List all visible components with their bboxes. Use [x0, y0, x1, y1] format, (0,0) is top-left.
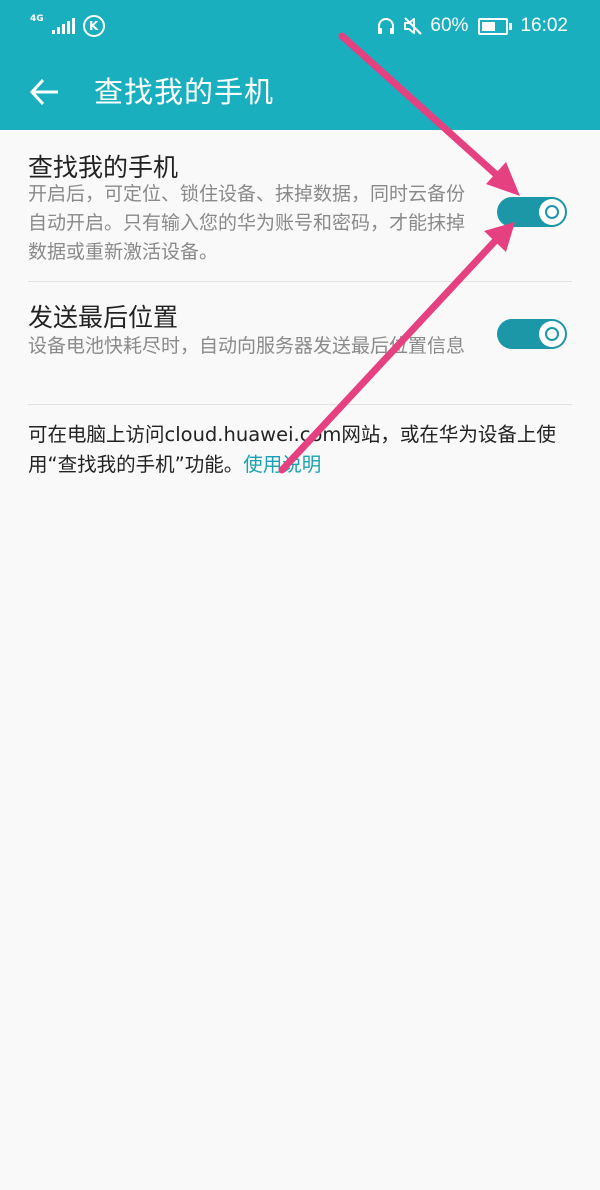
send-last-location-toggle[interactable]: [497, 319, 567, 349]
setting-send-last-location[interactable]: 发送最后位置 设备电池快耗尽时，自动向服务器发送最后位置信息: [0, 282, 600, 404]
help-link[interactable]: 使用说明: [243, 453, 321, 476]
find-my-phone-toggle[interactable]: [497, 197, 567, 227]
setting-title: 发送最后位置: [28, 303, 179, 332]
battery-percent: 60%: [430, 15, 469, 36]
mute-icon: [404, 17, 423, 35]
clock: 16:02: [520, 15, 568, 36]
footer-note: 可在电脑上访问cloud.huawei.com网站，或在华为设备上使用“查找我的…: [28, 420, 576, 480]
setting-find-my-phone[interactable]: 查找我的手机 开启后，可定位、锁住设备、抹掉数据，同时云备份自动开启。只有输入您…: [0, 130, 600, 282]
setting-title: 查找我的手机: [28, 153, 179, 182]
battery-level-fill: [482, 21, 496, 31]
toggle-knob-ring: [545, 327, 559, 341]
toggle-knob-ring: [545, 205, 559, 219]
k-icon: K: [82, 15, 105, 37]
signal-icon: [51, 18, 75, 34]
setting-description: 设备电池快耗尽时，自动向服务器发送最后位置信息: [28, 335, 466, 357]
toggle-knob: [539, 199, 565, 225]
setting-description: 开启后，可定位、锁住设备、抹掉数据，同时云备份自动开启。只有输入您的华为账号和密…: [28, 183, 466, 263]
divider: [28, 404, 572, 405]
page-title: 查找我的手机: [94, 75, 275, 109]
headphones-icon: [378, 18, 395, 34]
battery-icon: [478, 17, 513, 35]
arrow-left-icon[interactable]: [24, 72, 64, 112]
network-type: 4G: [30, 13, 44, 24]
toggle-knob: [539, 321, 565, 347]
status-bar: 4G K 60% 16:02: [0, 0, 600, 52]
app-bar: 查找我的手机: [0, 52, 600, 130]
